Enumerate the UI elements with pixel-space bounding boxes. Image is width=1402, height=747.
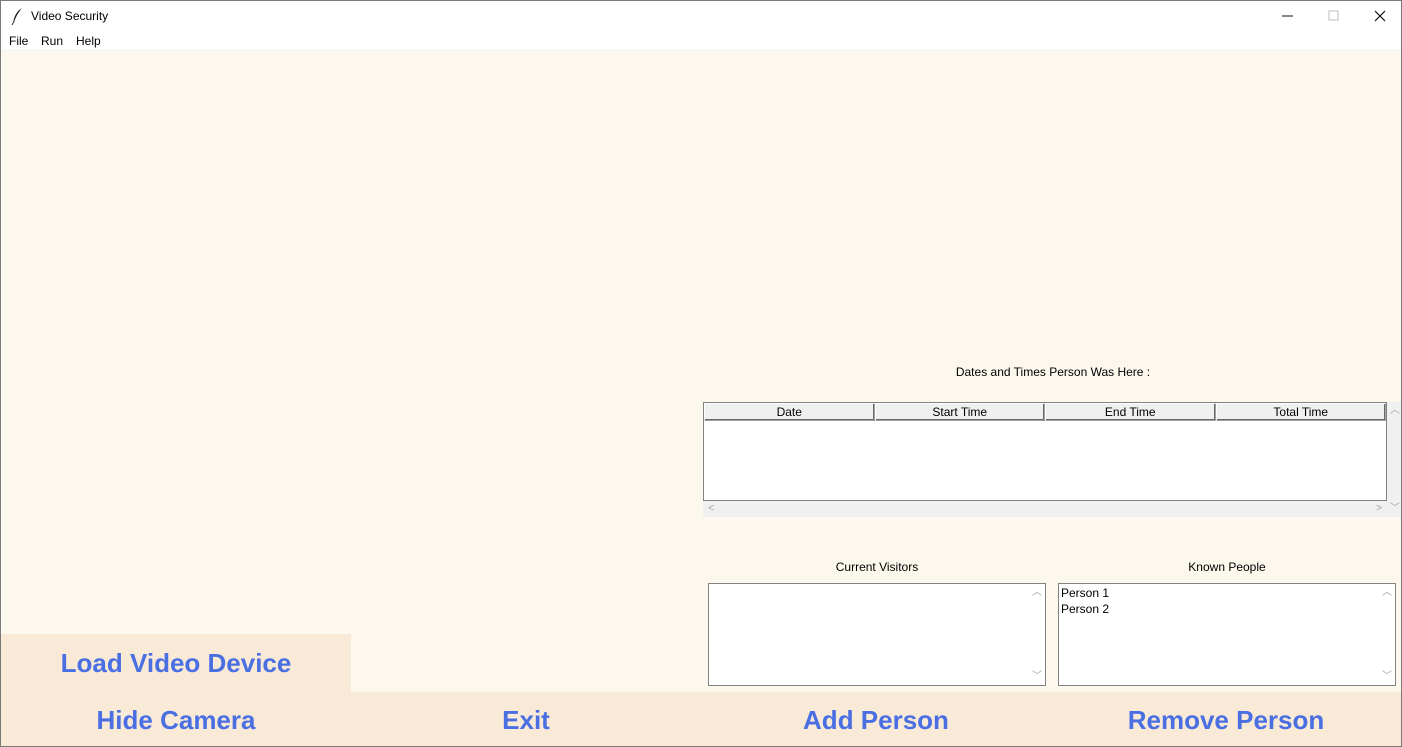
known-scrollbar[interactable]: ︿ ﹀ [1379, 584, 1395, 685]
scroll-down-icon[interactable]: ﹀ [1387, 504, 1401, 514]
history-table[interactable]: Date Start Time End Time Total Time [703, 402, 1387, 501]
scroll-down-icon[interactable]: ﹀ [1029, 672, 1045, 682]
menu-help[interactable]: Help [76, 34, 101, 48]
visitors-scrollbar[interactable]: ︿ ﹀ [1029, 584, 1045, 685]
remove-person-button[interactable]: Remove Person [1051, 692, 1401, 746]
maximize-button[interactable] [1311, 1, 1357, 31]
current-visitors-label: Current Visitors [835, 560, 919, 574]
close-button[interactable] [1357, 1, 1401, 31]
scroll-up-icon[interactable]: ︿ [1029, 588, 1045, 598]
history-vertical-scrollbar[interactable]: ︿ ﹀ [1387, 402, 1401, 517]
scroll-left-icon[interactable]: < [703, 504, 719, 514]
table-header: Date Start Time End Time Total Time [704, 403, 1386, 421]
hide-camera-button[interactable]: Hide Camera [1, 692, 351, 746]
column-end-time[interactable]: End Time [1045, 403, 1216, 421]
add-person-button[interactable]: Add Person [701, 692, 1051, 746]
scroll-right-icon[interactable]: > [1371, 504, 1387, 514]
feather-icon [11, 7, 25, 26]
known-people-label: Known People [1188, 560, 1266, 574]
window-title: Video Security [31, 9, 109, 23]
scroll-down-icon[interactable]: ﹀ [1379, 672, 1395, 682]
close-icon [1374, 10, 1386, 22]
minimize-icon [1282, 15, 1293, 17]
column-start-time[interactable]: Start Time [874, 403, 1045, 421]
column-date[interactable]: Date [704, 403, 875, 421]
scroll-up-icon[interactable]: ︿ [1387, 406, 1401, 416]
current-visitors-list[interactable]: ︿ ﹀ [708, 583, 1046, 686]
known-people-list[interactable]: Person 1 Person 2 ︿ ﹀ [1058, 583, 1396, 686]
column-total-time[interactable]: Total Time [1215, 403, 1386, 421]
history-horizontal-scrollbar[interactable]: < > [703, 501, 1387, 517]
list-item[interactable]: Person 2 [1059, 601, 1395, 617]
menu-file[interactable]: File [9, 34, 28, 48]
history-label: Dates and Times Person Was Here : [955, 365, 1151, 379]
title-bar: Video Security [1, 1, 1401, 31]
exit-button[interactable]: Exit [351, 692, 701, 746]
menu-bar: File Run Help [1, 31, 1401, 51]
list-item[interactable]: Person 1 [1059, 585, 1395, 601]
menu-run[interactable]: Run [41, 34, 63, 48]
app-window: Video Security File Run Help Dates and T… [0, 0, 1402, 747]
minimize-button[interactable] [1265, 1, 1311, 31]
load-video-device-button[interactable]: Load Video Device [1, 634, 351, 692]
maximize-icon [1328, 10, 1339, 21]
scroll-up-icon[interactable]: ︿ [1379, 588, 1395, 598]
